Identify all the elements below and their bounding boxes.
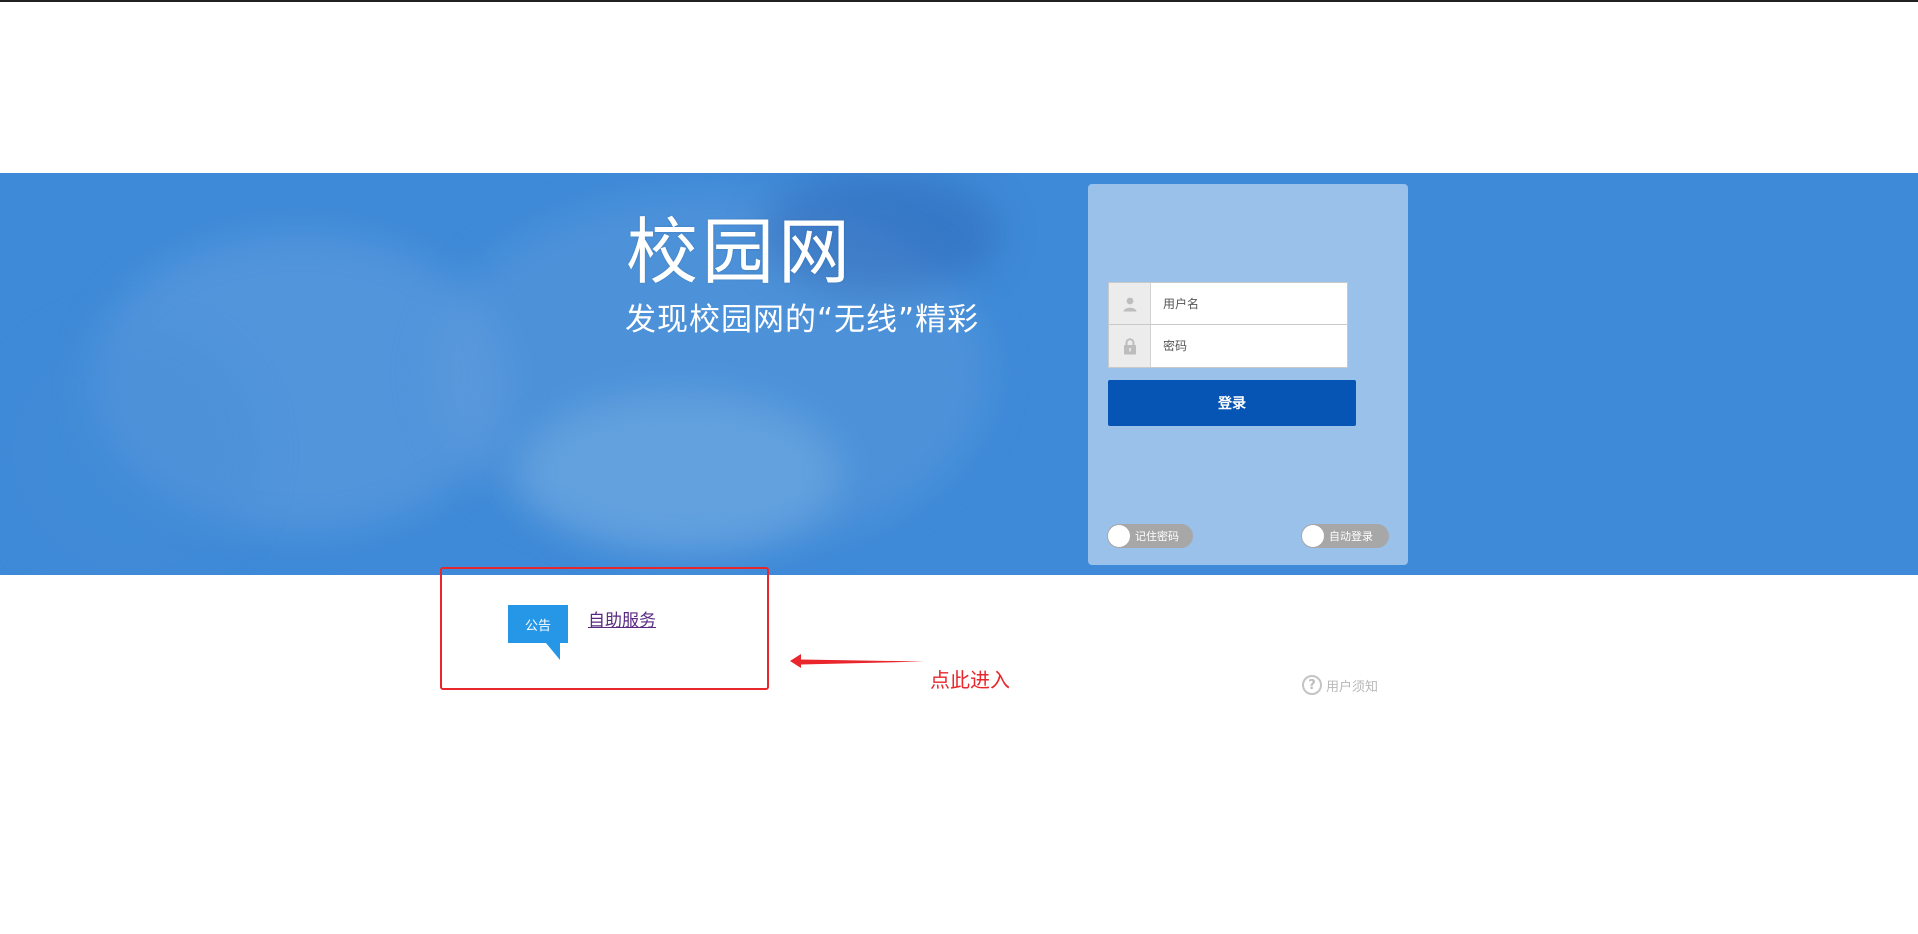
password-input[interactable] [1151, 325, 1347, 367]
top-rule [0, 0, 1918, 2]
login-button[interactable]: 登录 [1108, 380, 1356, 426]
lock-icon [1109, 325, 1151, 367]
remember-password-label: 记住密码 [1135, 530, 1179, 543]
auto-login-toggle[interactable]: 自动登录 [1301, 524, 1389, 548]
user-notice-label: 用户须知 [1326, 679, 1379, 695]
user-icon [1109, 283, 1151, 324]
password-field [1108, 325, 1348, 368]
login-panel: 登录 记住密码 自动登录 [1088, 184, 1408, 565]
banner-blur-5 [0, 323, 260, 575]
notice-badge: 公告 [508, 605, 568, 643]
toggle-knob [1108, 525, 1130, 547]
remember-password-toggle[interactable]: 记住密码 [1107, 524, 1193, 548]
toggle-knob [1302, 525, 1324, 547]
auto-login-label: 自动登录 [1329, 530, 1373, 543]
user-notice-link[interactable]: ? 用户须知 [1302, 675, 1378, 695]
hero-banner [0, 173, 1918, 575]
notice-badge-tail [546, 643, 560, 660]
brand-title: 校园网 [626, 210, 855, 294]
brand-slogan: 发现校园网的“无线”精彩 [625, 302, 980, 338]
username-field [1108, 282, 1348, 325]
help-circle-icon: ? [1302, 675, 1322, 695]
banner-blur-4 [520, 393, 840, 553]
annotation-hint-text: 点此进入 [930, 668, 1010, 692]
username-input[interactable] [1151, 283, 1347, 324]
annotation-arrow-icon [790, 654, 924, 668]
self-service-link[interactable]: 自助服务 [588, 606, 656, 631]
